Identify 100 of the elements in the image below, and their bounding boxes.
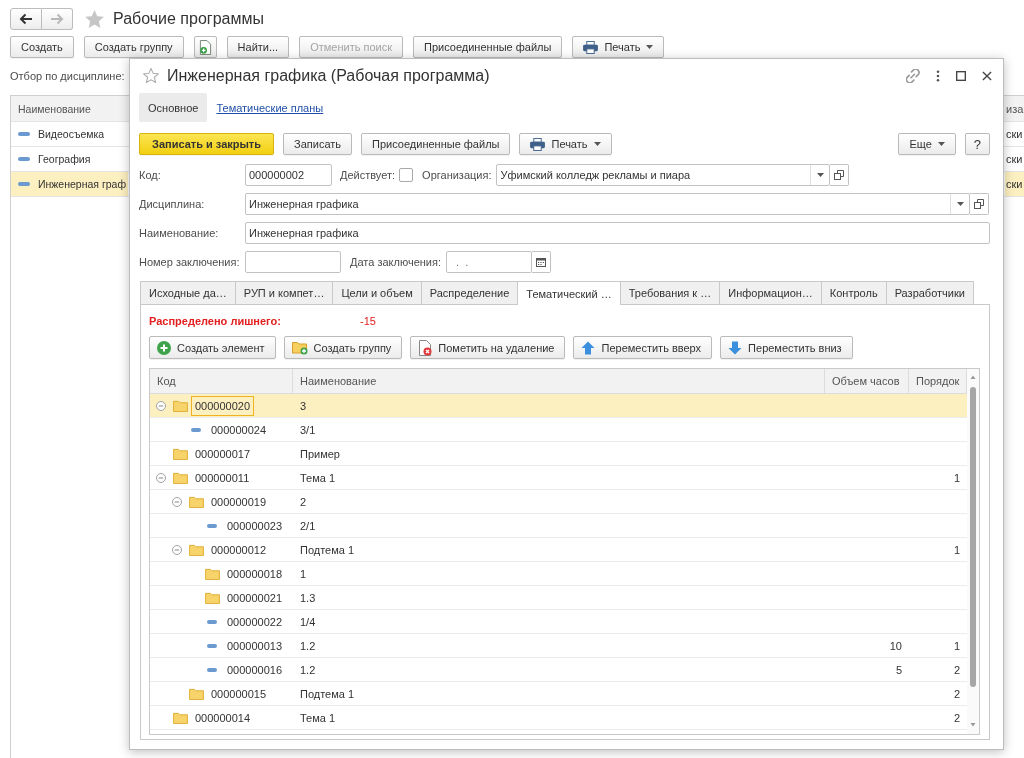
star-icon[interactable]: [143, 68, 159, 83]
list-item[interactable]: Инженерная граф: [11, 172, 128, 196]
checkbox[interactable]: [399, 168, 414, 182]
name-cell: Подтема 1: [300, 543, 355, 556]
name-cell: Подтема 1: [300, 687, 355, 700]
toolbar-button[interactable]: Присоединенные файлы: [413, 36, 563, 58]
order-cell: 2: [953, 711, 960, 724]
tree-row[interactable]: 000000018 1: [150, 562, 967, 586]
calendar-button[interactable]: [532, 251, 552, 273]
tree-row[interactable]: 000000014 Тема 1 2: [150, 706, 967, 730]
command-button[interactable]: Присоединенные файлы: [361, 133, 511, 155]
name-field[interactable]: Инженерная графика: [245, 222, 990, 244]
folder-icon: [188, 687, 204, 700]
tab[interactable]: Требования к …: [620, 281, 721, 304]
column-header[interactable]: Объем часов: [832, 375, 900, 387]
column-header[interactable]: Наименование: [300, 375, 377, 387]
dialog-title: Инженерная графика (Рабочая программа): [167, 66, 490, 85]
tab[interactable]: Контроль: [821, 281, 887, 304]
more-icon[interactable]: [936, 69, 940, 82]
dash-icon: [191, 427, 201, 432]
maximize-icon[interactable]: [956, 70, 966, 81]
toolbar-button[interactable]: Пометить на удаление: [410, 336, 566, 359]
star-icon[interactable]: [85, 10, 104, 28]
section-tab[interactable]: Основное: [139, 93, 208, 122]
caret-icon: [817, 173, 824, 177]
tab[interactable]: Исходные да…: [140, 281, 236, 304]
discipline-field[interactable]: Инженерная графика: [245, 193, 970, 215]
list-item[interactable]: Видеосъемка: [11, 122, 128, 146]
link-icon[interactable]: [906, 68, 920, 83]
tree-row[interactable]: 000000012 Подтема 1 1: [150, 538, 967, 562]
tree-row[interactable]: 000000021 1.3: [150, 586, 967, 610]
print-button[interactable]: Печать: [519, 133, 612, 155]
tree-row[interactable]: 000000024 3/1: [150, 418, 967, 442]
tab[interactable]: Информацион…: [720, 281, 822, 304]
code-field[interactable]: 000000002: [245, 164, 332, 186]
column-header[interactable]: иза: [1006, 102, 1024, 115]
folder-icon: [188, 543, 204, 556]
menu-button[interactable]: Еще: [898, 133, 956, 155]
tree-row[interactable]: 000000015 Подтема 1 2: [150, 682, 967, 706]
list-cell: Видеосъемка: [38, 128, 105, 140]
collapse-icon[interactable]: [156, 472, 166, 483]
section-tab[interactable]: Тематические планы: [207, 93, 333, 122]
tab[interactable]: Тематический …: [518, 281, 621, 305]
back-button[interactable]: [10, 8, 42, 30]
help-button[interactable]: ?: [964, 133, 990, 155]
open-button[interactable]: [970, 193, 989, 215]
tree-row[interactable]: 000000017 Пример: [150, 442, 967, 466]
close-icon[interactable]: [982, 70, 992, 81]
toolbar-button[interactable]: Создать элемент: [149, 336, 276, 359]
toolbar-button[interactable]: Найти...: [226, 36, 290, 58]
print-button[interactable]: Печать: [572, 36, 665, 58]
document-plus-icon: [198, 39, 212, 55]
collapse-icon[interactable]: [172, 544, 182, 555]
toolbar-button[interactable]: Переместить вверх: [573, 336, 713, 359]
field-label: Действует:: [340, 169, 396, 181]
number-field[interactable]: [245, 251, 341, 273]
tree-row[interactable]: 000000020 3: [150, 394, 967, 418]
list-cell: ски: [1006, 178, 1023, 190]
column-header[interactable]: Код: [157, 375, 176, 387]
tree-row[interactable]: 000000019 2: [150, 490, 967, 514]
code-cell: 000000020: [191, 395, 255, 416]
name-cell: 1/4: [300, 615, 316, 628]
tab[interactable]: Разработчики: [886, 281, 974, 304]
tab[interactable]: РУП и компет…: [235, 281, 334, 304]
collapse-icon[interactable]: [172, 496, 182, 507]
tree-row[interactable]: 000000011 Тема 1 1: [150, 466, 967, 490]
open-button[interactable]: [830, 164, 850, 186]
tree-row[interactable]: 000000022 1/4: [150, 610, 967, 634]
list-item[interactable]: География: [11, 147, 128, 171]
command-button[interactable]: Записать: [283, 133, 353, 155]
column-header[interactable]: Наименование: [18, 102, 91, 115]
code-cell-text: 000000017: [194, 446, 252, 462]
caret-icon: [937, 142, 945, 146]
tree-row[interactable]: 000000023 2/1: [150, 514, 967, 538]
tab[interactable]: Цели и объем: [333, 281, 422, 304]
window-title: Рабочие программы: [113, 10, 264, 28]
toolbar-button[interactable]: Создать группу: [83, 36, 184, 58]
code-cell-text: 000000012: [210, 542, 268, 558]
name-cell: 1: [300, 567, 307, 580]
code-cell-text: 000000014: [194, 710, 252, 726]
command-button[interactable]: Записать и закрыть: [139, 133, 275, 155]
toolbar-button[interactable]: [193, 36, 217, 58]
code-cell-text: 000000024: [210, 422, 268, 438]
toolbar-button[interactable]: Создать: [10, 36, 74, 58]
right-arrow-icon: [50, 13, 64, 25]
down-arrow-icon: [728, 340, 743, 355]
hours-cell: 5: [895, 663, 902, 676]
collapse-icon[interactable]: [156, 400, 166, 411]
folder-icon: [172, 711, 188, 724]
tree-row[interactable]: 000000013 1.2 10 1: [150, 634, 967, 658]
organization-field[interactable]: Уфимский колледж рекламы и пиара: [496, 164, 831, 186]
folder-icon: [204, 567, 220, 580]
column-header[interactable]: Порядок: [916, 375, 960, 387]
date-field[interactable]: . .: [446, 251, 533, 273]
tree-row[interactable]: 000000016 1.2 5 2: [150, 658, 967, 682]
toolbar-button[interactable]: Создать группу: [283, 336, 403, 359]
tab[interactable]: Распределение: [421, 281, 519, 304]
order-cell: 1: [953, 639, 960, 652]
squares-icon: [974, 199, 984, 209]
toolbar-button[interactable]: Переместить вниз: [720, 336, 853, 359]
